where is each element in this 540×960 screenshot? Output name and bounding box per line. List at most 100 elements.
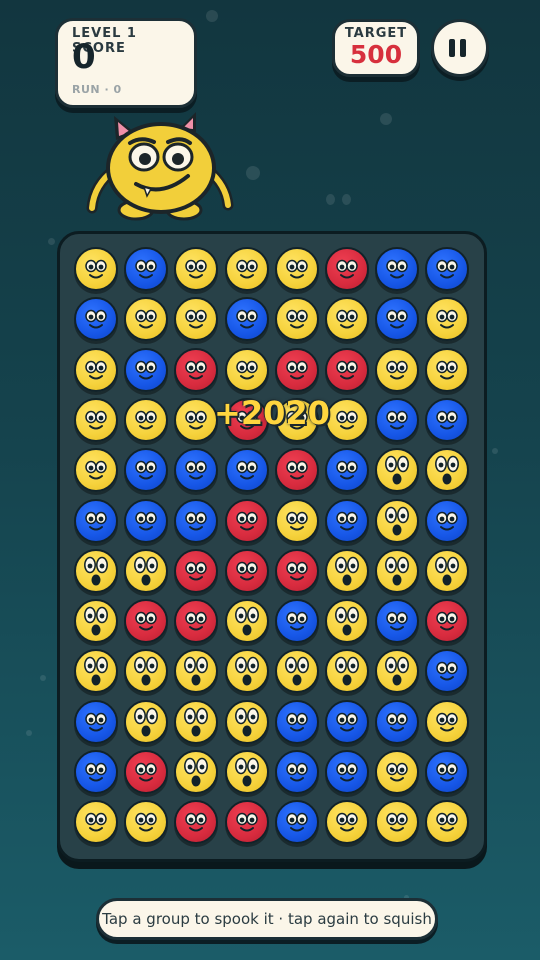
creature-red[interactable] — [174, 800, 219, 845]
creature-red[interactable] — [174, 347, 219, 392]
creature-yellow[interactable] — [325, 800, 369, 845]
creature-yellow-scared[interactable] — [124, 649, 169, 694]
creature-blue[interactable] — [425, 397, 470, 442]
creature-yellow-scared[interactable] — [224, 649, 269, 694]
creature-yellow[interactable] — [325, 397, 369, 442]
creature-yellow[interactable] — [124, 297, 169, 342]
creature-blue[interactable] — [74, 498, 118, 543]
creature-blue[interactable] — [425, 498, 470, 543]
creature-blue[interactable] — [174, 448, 219, 493]
creature-yellow[interactable] — [224, 247, 269, 291]
creature-blue[interactable] — [274, 750, 319, 794]
creature-blue[interactable] — [325, 699, 369, 744]
creature-blue[interactable] — [274, 599, 319, 644]
creature-blue[interactable] — [174, 498, 219, 543]
creature-yellow-scared[interactable] — [274, 649, 319, 694]
creature-face-icon — [336, 511, 358, 530]
creature-yellow-scared[interactable] — [375, 498, 420, 543]
creature-face-icon — [184, 707, 209, 737]
creature-yellow-scared[interactable] — [224, 750, 269, 794]
creature-yellow[interactable] — [224, 347, 269, 392]
creature-blue[interactable] — [74, 750, 118, 794]
creature-red[interactable] — [274, 347, 319, 392]
creature-red[interactable] — [174, 548, 219, 593]
creature-blue[interactable] — [274, 699, 319, 744]
creature-yellow[interactable] — [74, 397, 118, 442]
creature-face-icon — [436, 511, 459, 530]
creature-yellow-scared[interactable] — [375, 548, 420, 593]
creature-yellow[interactable] — [274, 297, 319, 342]
creature-yellow[interactable] — [375, 750, 420, 794]
creature-red[interactable] — [325, 347, 369, 392]
creature-face-icon — [85, 511, 107, 530]
creature-yellow-scared[interactable] — [325, 548, 369, 593]
creature-red[interactable] — [274, 448, 319, 493]
creature-red[interactable] — [174, 599, 219, 644]
creature-red[interactable] — [124, 750, 169, 794]
creature-yellow-scared[interactable] — [74, 599, 118, 644]
creature-yellow[interactable] — [425, 297, 470, 342]
creature-blue[interactable] — [325, 750, 369, 794]
creature-yellow-scared[interactable] — [174, 750, 219, 794]
creature-red[interactable] — [325, 247, 369, 291]
creature-yellow-scared[interactable] — [224, 699, 269, 744]
creature-yellow[interactable] — [124, 397, 169, 442]
creature-yellow-scared[interactable] — [174, 649, 219, 694]
creature-blue[interactable] — [375, 599, 420, 644]
creature-red[interactable] — [274, 548, 319, 593]
creature-blue[interactable] — [325, 448, 369, 493]
creature-red[interactable] — [224, 548, 269, 593]
creature-red[interactable] — [425, 599, 470, 644]
creature-yellow[interactable] — [124, 800, 169, 845]
creature-yellow[interactable] — [274, 498, 319, 543]
creature-blue[interactable] — [74, 699, 118, 744]
creature-blue[interactable] — [425, 247, 470, 291]
creature-yellow[interactable] — [425, 699, 470, 744]
creature-yellow[interactable] — [375, 347, 420, 392]
creature-yellow-scared[interactable] — [74, 649, 118, 694]
creature-blue[interactable] — [375, 247, 420, 291]
creature-blue[interactable] — [124, 347, 169, 392]
creature-blue[interactable] — [425, 649, 470, 694]
creature-red[interactable] — [124, 599, 169, 644]
creature-yellow[interactable] — [325, 297, 369, 342]
creature-yellow-scared[interactable] — [224, 599, 269, 644]
creature-blue[interactable] — [375, 397, 420, 442]
creature-blue[interactable] — [375, 699, 420, 744]
creature-blue[interactable] — [425, 750, 470, 794]
creature-yellow-scared[interactable] — [375, 448, 420, 493]
creature-yellow[interactable] — [274, 247, 319, 291]
creature-yellow-scared[interactable] — [74, 548, 118, 593]
creature-yellow-scared[interactable] — [124, 548, 169, 593]
creature-yellow[interactable] — [174, 247, 219, 291]
creature-yellow[interactable] — [425, 800, 470, 845]
creature-yellow-scared[interactable] — [325, 599, 369, 644]
creature-blue[interactable] — [274, 800, 319, 845]
creature-yellow[interactable] — [74, 347, 118, 392]
creature-blue[interactable] — [375, 297, 420, 342]
creature-yellow-scared[interactable] — [124, 699, 169, 744]
creature-blue[interactable] — [124, 498, 169, 543]
creature-yellow[interactable] — [174, 297, 219, 342]
creature-blue[interactable] — [224, 448, 269, 493]
creature-yellow-scared[interactable] — [425, 448, 470, 493]
creature-red[interactable] — [224, 800, 269, 845]
creature-blue[interactable] — [74, 297, 118, 342]
creature-blue[interactable] — [325, 498, 369, 543]
creature-red[interactable] — [224, 498, 269, 543]
creature-yellow[interactable] — [375, 800, 420, 845]
creature-yellow-scared[interactable] — [174, 699, 219, 744]
game-board — [57, 231, 487, 862]
creature-yellow-scared[interactable] — [325, 649, 369, 694]
creature-yellow[interactable] — [74, 800, 118, 845]
creature-blue[interactable] — [124, 247, 169, 291]
creature-yellow-scared[interactable] — [425, 548, 470, 593]
pause-button[interactable] — [431, 19, 489, 77]
creature-yellow[interactable] — [74, 448, 118, 493]
creature-blue[interactable] — [224, 297, 269, 342]
creature-blue[interactable] — [124, 448, 169, 493]
creature-yellow[interactable] — [74, 247, 118, 291]
creature-yellow[interactable] — [425, 347, 470, 392]
creature-yellow[interactable] — [174, 397, 219, 442]
creature-yellow-scared[interactable] — [375, 649, 420, 694]
